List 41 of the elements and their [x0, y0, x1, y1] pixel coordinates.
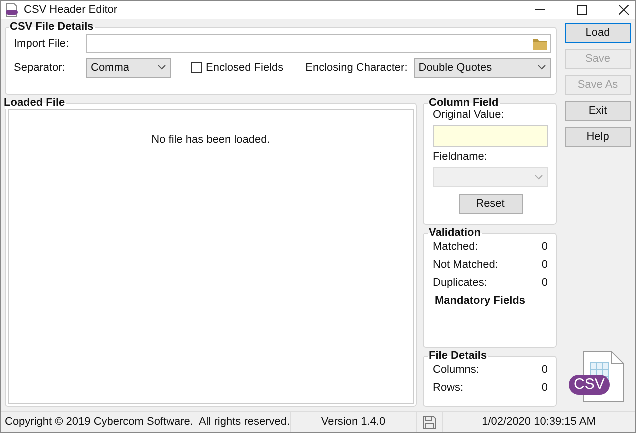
separator-label: Separator: [14, 62, 66, 74]
enclosed-fields-checkbox[interactable]: Enclosed Fields [191, 62, 284, 74]
stat-value: 0 [542, 364, 548, 376]
stat-label: Columns: [433, 364, 480, 376]
mandatory-fields-title: Mandatory Fields [435, 295, 526, 307]
enclosing-character-dropdown[interactable]: Double Quotes [414, 58, 551, 78]
action-button[interactable]: Help [565, 127, 631, 147]
stat-value: 0 [542, 382, 548, 394]
import-file-label: Import File: [14, 38, 70, 50]
group-title: File Details [428, 350, 488, 362]
version-text: Version 1.4.0 [291, 412, 417, 432]
original-value-field[interactable] [433, 125, 548, 147]
enclosing-character-label: Enclosing Character: [306, 62, 408, 74]
action-button[interactable]: Exit [565, 101, 631, 121]
window-title: CSV Header Editor [24, 4, 118, 16]
reset-button[interactable]: Reset [458, 194, 522, 214]
datetime-text: 1/02/2020 10:39:15 AM [481, 415, 597, 430]
group-title: Loaded File [3, 97, 66, 109]
group-title: Validation [428, 227, 482, 239]
copyright-text: Copyright © 2019 Cybercom Software. All rights reserved. [1, 412, 291, 432]
group-title: Column Field [428, 97, 500, 109]
stat-label: Rows: [433, 382, 464, 394]
stat-value: 0 [542, 259, 548, 271]
original-value-label: Original Value: [433, 109, 506, 121]
separator-dropdown[interactable]: Comma [86, 58, 171, 78]
stat-label: Matched: [433, 241, 478, 253]
stat-label: Not Matched: [433, 259, 498, 271]
close-icon[interactable] [619, 5, 629, 15]
stat-value: 0 [542, 241, 548, 253]
caret-icon [158, 65, 166, 70]
folder-icon[interactable] [533, 38, 547, 50]
action-button[interactable]: Load [565, 23, 631, 43]
caret-icon [538, 65, 546, 70]
stat-value: 0 [542, 277, 548, 289]
caret-icon [535, 174, 543, 180]
maximize-icon[interactable] [577, 5, 587, 15]
fieldname-label: Fieldname: [433, 151, 488, 163]
empty-message: No file has been loaded. [152, 134, 270, 146]
stat-label: Duplicates: [433, 277, 488, 289]
save-icon [423, 416, 436, 428]
group-title: CSV File Details [9, 21, 95, 33]
